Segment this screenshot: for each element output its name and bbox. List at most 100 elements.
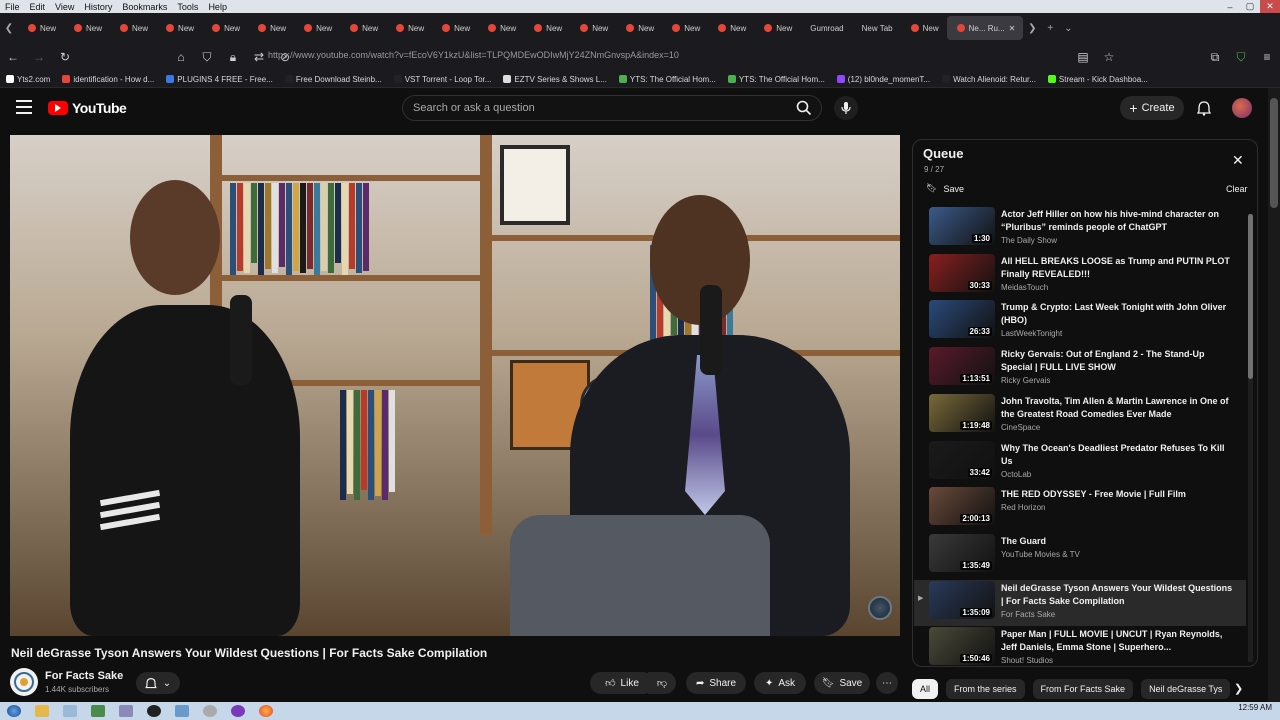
queue-item[interactable]: 1:19:48 John Travolta, Tim Allen & Martin… (914, 393, 1246, 439)
queue-item-channel[interactable]: YouTube Movies & TV (1001, 550, 1080, 559)
queue-item-title[interactable]: Trump & Crypto: Last Week Tonight with J… (1001, 301, 1233, 327)
tab-close-icon[interactable]: ✕ (1009, 24, 1016, 33)
queue-item[interactable]: 1:30 Actor Jeff Hiller on how his hive-mi… (914, 206, 1246, 252)
start-button-icon[interactable] (7, 705, 21, 717)
queue-item-channel[interactable]: MeidasTouch (1001, 283, 1048, 292)
queue-thumbnail[interactable]: 2:00:13 (929, 487, 995, 526)
app-icon[interactable] (63, 705, 77, 717)
app-menu-icon[interactable]: ≡ (1254, 45, 1280, 69)
chip-neil-degrasse-tyson[interactable]: Neil deGrasse Tys (1141, 679, 1231, 699)
queue-item-title[interactable]: Paper Man | FULL MOVIE | UNCUT | Ryan Re… (1001, 628, 1233, 654)
queue-thumbnail[interactable]: 33:42 (929, 440, 995, 479)
queue-item[interactable]: 1:13:51 Ricky Gervais: Out of England 2 -… (914, 346, 1246, 392)
close-queue-icon[interactable]: ✕ (1232, 152, 1244, 169)
explorer-icon[interactable] (35, 705, 49, 717)
browser-tab[interactable]: New (18, 16, 64, 40)
browser-tab[interactable]: New (64, 16, 110, 40)
app-icon[interactable] (203, 705, 217, 717)
back-icon[interactable]: ← (0, 45, 26, 69)
app-icon[interactable] (175, 705, 189, 717)
menu-help[interactable]: Help (203, 2, 232, 12)
close-window-icon[interactable]: ✕ (1260, 0, 1280, 13)
browser-tab[interactable]: New (386, 16, 432, 40)
queue-item[interactable]: 26:33 Trump & Crypto: Last Week Tonight w… (914, 299, 1246, 345)
hamburger-menu-icon[interactable] (16, 100, 32, 114)
create-button[interactable]: + Create (1120, 96, 1184, 120)
channel-name[interactable]: For Facts Sake (45, 670, 123, 682)
queue-item-channel[interactable]: OctoLab (1001, 470, 1031, 479)
browser-tab[interactable]: New (478, 16, 524, 40)
dislike-button[interactable]: 👎︎ (648, 672, 676, 694)
search-input[interactable]: Search or ask a question (402, 95, 822, 121)
queue-item-title[interactable]: Actor Jeff Hiller on how his hive-mind c… (1001, 208, 1233, 234)
channel-watermark-icon[interactable] (868, 596, 892, 620)
menu-tools[interactable]: Tools (172, 2, 203, 12)
queue-item-channel[interactable]: For Facts Sake (1001, 610, 1055, 619)
more-actions-button[interactable]: ⋯ (876, 672, 898, 694)
browser-tab[interactable]: New (901, 16, 947, 40)
voice-search-button[interactable] (834, 96, 858, 120)
channel-avatar[interactable] (10, 668, 38, 696)
menu-bookmarks[interactable]: Bookmarks (117, 2, 172, 12)
browser-tab[interactable]: New (524, 16, 570, 40)
menu-edit[interactable]: Edit (25, 2, 51, 12)
bookmark-item[interactable]: (12) bl0nde_momenT... (831, 75, 936, 84)
queue-scrollbar-thumb[interactable] (1248, 214, 1253, 379)
menu-file[interactable]: File (0, 2, 25, 12)
bookmark-item[interactable]: Free Download Steinb... (279, 75, 388, 84)
queue-thumbnail[interactable]: 1:35:49 (929, 533, 995, 572)
browser-tab[interactable]: New (294, 16, 340, 40)
url-bar[interactable]: https://www.youtube.com/watch?v=fEcoV6Y1… (268, 50, 679, 60)
browser-tab[interactable]: Gumroad (800, 16, 851, 40)
chip-from-channel[interactable]: From For Facts Sake (1032, 679, 1134, 699)
bookmark-item[interactable]: Stream - Kick Dashboa... (1042, 75, 1154, 84)
queue-item-current[interactable]: ▶ 1:35:09 Neil deGrasse Tyson Answers Your… (914, 579, 1246, 626)
queue-item[interactable]: 1:50:46 Paper Man | FULL MOVIE | UNCUT | … (914, 626, 1246, 672)
bookmark-item[interactable]: YTS: The Official Hom... (722, 75, 831, 84)
bookmark-item[interactable]: VST Torrent - Loop Tor... (388, 75, 498, 84)
page-scrollbar-thumb[interactable] (1270, 98, 1278, 208)
chip-all[interactable]: All (912, 679, 939, 699)
queue-item[interactable]: 1:35:49 The Guard YouTube Movies & TV (914, 533, 1246, 579)
forward-icon[interactable]: → (26, 45, 52, 69)
queue-save-button[interactable]: 🔖︎ Save (926, 183, 964, 194)
bookmark-item[interactable]: EZTV Series & Shows L... (497, 75, 612, 84)
home-icon[interactable]: ⌂ (168, 45, 194, 69)
search-button[interactable] (790, 97, 818, 119)
queue-item-channel[interactable]: Ricky Gervais (1001, 376, 1050, 385)
app-icon[interactable] (91, 705, 105, 717)
menu-view[interactable]: View (50, 2, 79, 12)
chevron-right-icon[interactable]: ❯ (1234, 682, 1243, 695)
browser-tab[interactable]: New (708, 16, 754, 40)
app-icon[interactable] (231, 705, 245, 717)
queue-item-title[interactable]: John Travolta, Tim Allen & Martin Lawren… (1001, 395, 1233, 421)
queue-thumbnail[interactable]: 30:33 (929, 253, 995, 292)
tab-scroll-left-icon[interactable]: ❮ (0, 16, 18, 40)
browser-tab[interactable]: New (202, 16, 248, 40)
browser-tab[interactable]: New Tab (852, 16, 901, 40)
queue-item-channel[interactable]: LastWeekTonight (1001, 329, 1062, 338)
queue-item-title[interactable]: Why The Ocean's Deadliest Predator Refus… (1001, 442, 1233, 468)
browser-tab[interactable]: New (340, 16, 386, 40)
bookmark-item[interactable]: identification - How d... (56, 75, 160, 84)
queue-item-channel[interactable]: Shout! Studios (1001, 656, 1053, 665)
tab-scroll-right-icon[interactable]: ❯ (1023, 16, 1041, 40)
firefox-icon[interactable] (259, 705, 273, 717)
shield-extension-icon[interactable]: ⛉ (1228, 45, 1254, 69)
browser-tab[interactable]: New (110, 16, 156, 40)
new-tab-icon[interactable]: + (1041, 16, 1059, 40)
browser-tab[interactable]: New (432, 16, 478, 40)
queue-item-title[interactable]: Neil deGrasse Tyson Answers Your Wildest… (1001, 582, 1233, 608)
like-button[interactable]: 👍︎ Like (590, 672, 654, 694)
queue-item-title[interactable]: Ricky Gervais: Out of England 2 - The St… (1001, 348, 1233, 374)
queue-item-title[interactable]: The Guard (1001, 535, 1233, 548)
minimize-icon[interactable]: – (1220, 0, 1240, 13)
video-player[interactable] (10, 135, 900, 636)
queue-item-channel[interactable]: CineSpace (1001, 423, 1040, 432)
youtube-logo[interactable]: YouTube (48, 100, 127, 116)
queue-thumbnail[interactable]: 26:33 (929, 300, 995, 339)
extensions-icon[interactable]: ⧉ (1202, 45, 1228, 69)
queue-item[interactable]: 30:33 All HELL BREAKS LOOSE as Trump and … (914, 253, 1246, 299)
queue-item[interactable]: 2:00:13 THE RED ODYSSEY - Free Movie | Fu… (914, 486, 1246, 532)
chip-from-the-series[interactable]: From the series (946, 679, 1025, 699)
